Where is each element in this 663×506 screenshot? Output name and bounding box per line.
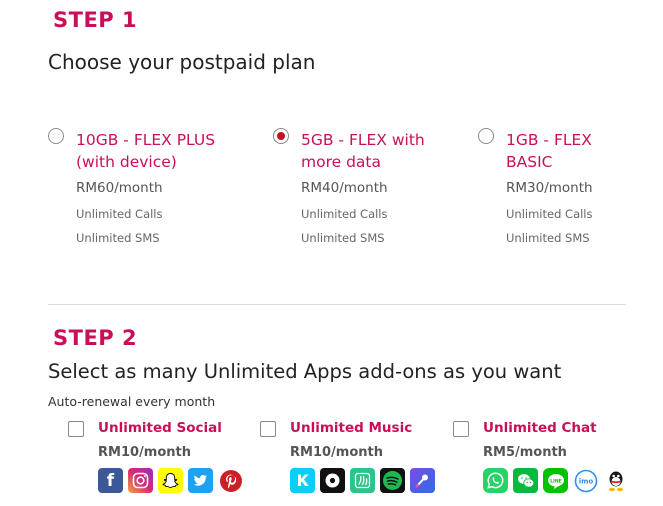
snapchat-icon <box>158 468 183 493</box>
addon-name: Unlimited Chat <box>483 420 597 436</box>
twitter-icon <box>188 468 213 493</box>
addon-app-icons: LINE imo <box>483 468 628 493</box>
step2-title: STEP 2 <box>53 326 138 350</box>
plan-feature: Unlimited Calls <box>301 207 388 221</box>
addon-checkbox[interactable] <box>68 421 84 437</box>
addon-app-icons: f <box>98 468 243 493</box>
plan-price: RM40/month <box>301 180 388 196</box>
section-divider <box>48 304 626 305</box>
saavn-icon <box>350 468 375 493</box>
step1-title: STEP 1 <box>53 8 138 32</box>
plan-feature: Unlimited Calls <box>506 207 593 221</box>
line-icon: LINE <box>543 468 568 493</box>
addon-price: RM5/month <box>483 445 567 460</box>
plan-feature: Unlimited SMS <box>76 231 160 245</box>
facebook-icon: f <box>98 468 123 493</box>
addon-checkbox[interactable] <box>260 421 276 437</box>
addon-app-icons <box>290 468 435 493</box>
plan-feature: Unlimited SMS <box>301 231 385 245</box>
plan-feature: Unlimited SMS <box>506 231 590 245</box>
plan-feature: Unlimited Calls <box>76 207 163 221</box>
plan-name: 5GB - FLEX with more data <box>301 131 425 171</box>
plan-name: 10GB - FLEX PLUS (with device) <box>76 131 216 171</box>
step2-heading: Select as many Unlimited Apps add-ons as… <box>48 360 562 383</box>
addon-checkbox[interactable] <box>453 421 469 437</box>
svg-text:LINE: LINE <box>550 478 562 484</box>
auto-renewal-note: Auto-renewal every month <box>48 394 216 409</box>
svg-text:imo: imo <box>578 477 593 485</box>
plan-radio[interactable] <box>478 128 494 144</box>
spotify-icon <box>380 468 405 493</box>
addon-price: RM10/month <box>98 445 191 460</box>
imo-icon: imo <box>573 468 598 493</box>
plan-price: RM30/month <box>506 180 593 196</box>
addon-name: Unlimited Social <box>98 420 222 436</box>
qq-icon <box>603 468 628 493</box>
kkbox-icon <box>290 468 315 493</box>
addon-name: Unlimited Music <box>290 420 413 436</box>
addon-price: RM10/month <box>290 445 383 460</box>
plan-price: RM60/month <box>76 180 163 196</box>
plan-radio[interactable] <box>48 128 64 144</box>
plan-name: 1GB - FLEX BASIC <box>506 131 592 171</box>
plan-radio[interactable] <box>273 128 289 144</box>
smule-icon <box>410 468 435 493</box>
step1-heading: Choose your postpaid plan <box>48 50 316 74</box>
joox-icon <box>320 468 345 493</box>
pinterest-icon <box>218 468 243 493</box>
wechat-icon <box>513 468 538 493</box>
instagram-icon <box>128 468 153 493</box>
whatsapp-icon <box>483 468 508 493</box>
